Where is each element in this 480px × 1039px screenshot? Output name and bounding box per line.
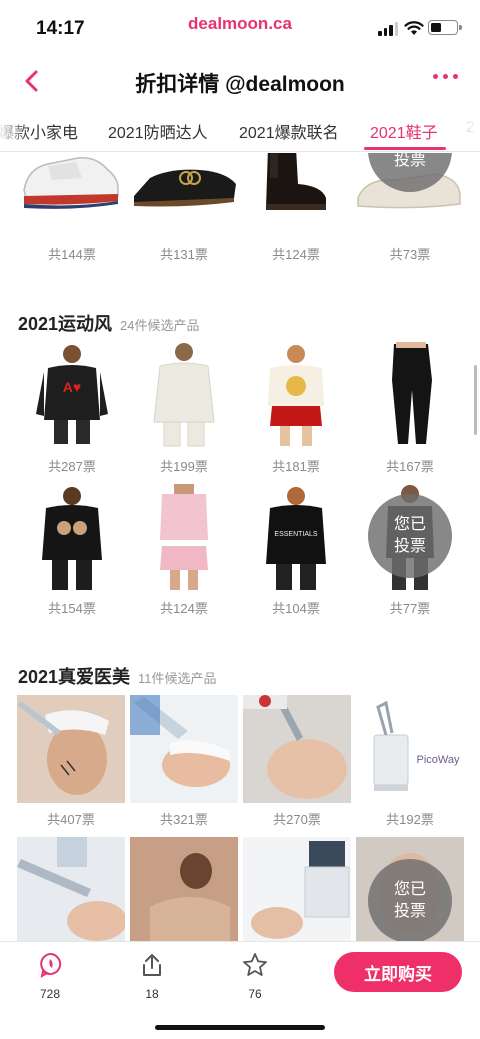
more-dots-icon[interactable] [433, 74, 458, 79]
voted-line2: 投票 [393, 903, 426, 920]
wifi-icon [404, 21, 424, 35]
tabs-fade-right [450, 106, 480, 150]
section-subtitle: 24件候选产品 [120, 318, 200, 333]
vote-count: 共167票 [386, 459, 434, 474]
product-image [242, 153, 350, 226]
vote-count: 共270票 [273, 812, 321, 827]
product-image [130, 484, 238, 592]
voted-badge: 您已投票 [368, 494, 452, 578]
section-title-text: 2021运动风 [18, 314, 113, 334]
svg-text:A♥: A♥ [63, 379, 81, 395]
buy-now-button[interactable]: 立即购买 [334, 952, 462, 992]
share-count: 18 [145, 987, 159, 1001]
signal-icon [378, 22, 398, 36]
tab-collabs[interactable]: 2021爆款联名 [239, 119, 339, 143]
battery-icon [428, 20, 462, 35]
voted-badge: 您已投票 [368, 859, 452, 941]
product-image: ESSENTIALS [242, 484, 350, 592]
voted-line2: 投票 [393, 538, 426, 555]
vote-count: 共131票 [160, 247, 208, 262]
active-tab-indicator [364, 147, 446, 150]
section-title-beauty: 2021真爱医美 11件候选产品 [18, 663, 217, 689]
category-tabs: 爆款小家电 2021防晒达人 2021爆款联名 2021鞋子 2 [0, 106, 480, 152]
tab-shoes[interactable]: 2021鞋子 [370, 119, 438, 143]
voted-line1: 您已 [393, 516, 426, 533]
tabs-fade-left [0, 106, 30, 150]
share-icon [143, 954, 161, 976]
vote-count: 共199票 [160, 459, 208, 474]
nav-header: 折扣详情 @dealmoon [0, 56, 480, 104]
vote-count: 共77票 [389, 601, 431, 616]
page-title: 折扣详情 @dealmoon [135, 73, 345, 96]
product-image [17, 837, 125, 941]
vote-count: 共407票 [47, 812, 95, 827]
scrollbar[interactable] [474, 365, 477, 435]
section-title-sport: 2021运动风 24件候选产品 [18, 310, 200, 336]
section-subtitle: 11件候选产品 [138, 671, 217, 686]
status-bar: 14:17 dealmoon.ca [0, 0, 480, 56]
home-indicator[interactable] [155, 1025, 325, 1030]
comment-icon [40, 952, 62, 979]
comment-count: 728 [39, 987, 61, 1001]
voted-line2: 投票 [393, 153, 426, 169]
product-image: A♥ [18, 340, 126, 448]
share-button[interactable]: 18 [124, 952, 180, 1001]
product-image [356, 340, 464, 448]
vote-count: 共73票 [389, 247, 431, 262]
product-image [17, 695, 125, 803]
tab-sunscreen[interactable]: 2021防晒达人 [108, 119, 208, 143]
favorite-button[interactable]: 76 [227, 952, 283, 1001]
vote-count: 共321票 [160, 812, 208, 827]
product-image [18, 153, 126, 226]
vote-count: 共104票 [272, 601, 320, 616]
product-image [130, 340, 238, 448]
product-image [130, 695, 238, 803]
section-title-text: 2021真爱医美 [18, 667, 131, 687]
product-image [242, 340, 350, 448]
vote-count: 共124票 [160, 601, 208, 616]
star-icon [243, 953, 267, 976]
picoway-logo-text: PicoWay [417, 754, 460, 766]
vote-count: 共124票 [272, 247, 320, 262]
product-image [130, 837, 238, 941]
comment-button[interactable]: 728 [22, 952, 78, 1001]
product-image [130, 153, 238, 226]
voted-line1: 您已 [393, 881, 426, 898]
bottom-action-bar: 728 18 76 立即购买 [0, 941, 480, 1039]
favorite-count: 76 [248, 987, 262, 1001]
product-image [243, 837, 351, 941]
content-area[interactable]: 共144票 共131票 共124票 您已投票 [0, 153, 480, 941]
vote-count: 共192票 [386, 812, 434, 827]
svg-text:ESSENTIALS: ESSENTIALS [274, 531, 318, 538]
product-image [243, 695, 351, 803]
vote-count: 共287票 [48, 459, 96, 474]
vote-count: 共154票 [48, 601, 96, 616]
vote-count: 共144票 [48, 247, 96, 262]
vote-count: 共181票 [272, 459, 320, 474]
product-image [18, 484, 126, 592]
product-image: PicoWay [356, 695, 464, 803]
